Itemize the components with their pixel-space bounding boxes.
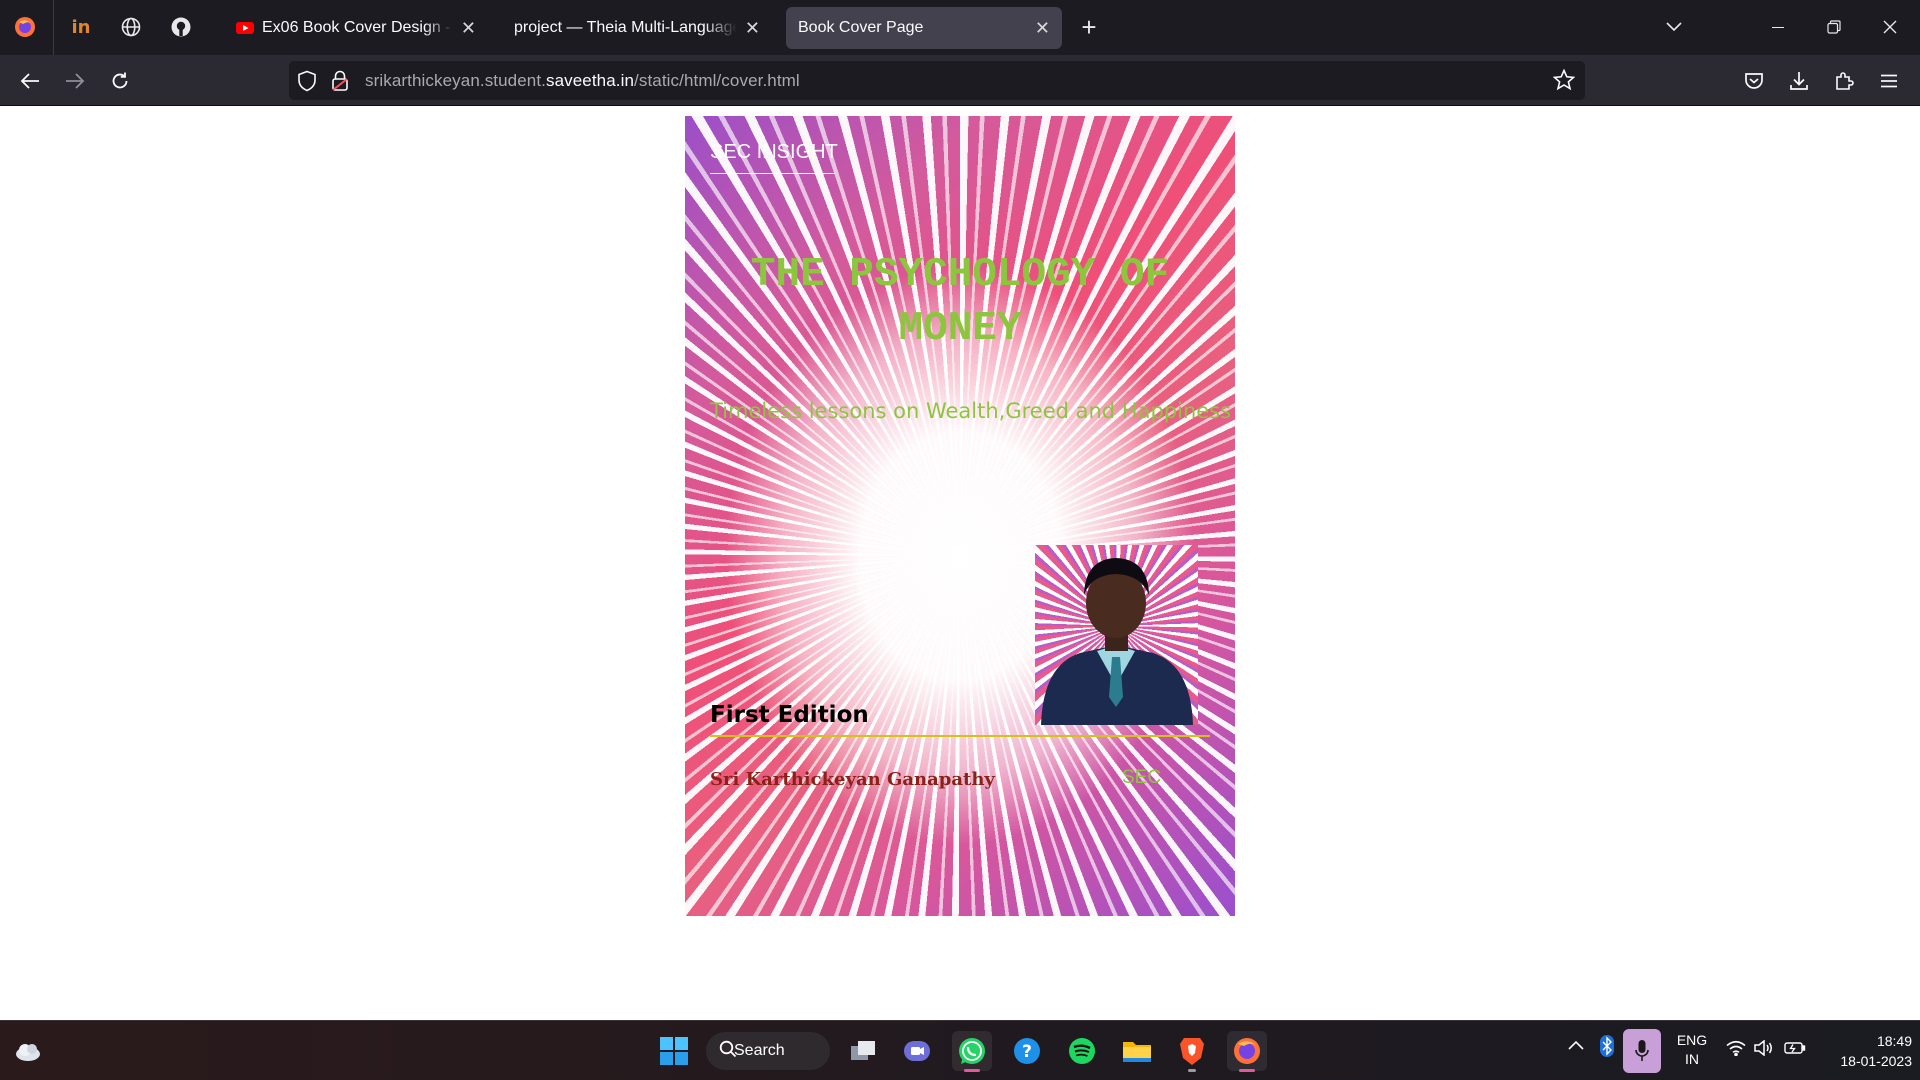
- new-tab-button[interactable]: +: [1072, 10, 1106, 44]
- download-icon[interactable]: [1781, 63, 1817, 99]
- publisher-name: SEC: [1122, 767, 1162, 788]
- back-button[interactable]: [12, 63, 48, 99]
- bluetooth-icon[interactable]: [1600, 1035, 1614, 1062]
- book-title: THE PSYCHOLOGY OF MONEY: [750, 252, 1170, 352]
- url-path: /static/html/cover.html: [634, 71, 800, 90]
- running-indicator: [1239, 1069, 1255, 1072]
- wifi-icon[interactable]: [1726, 1040, 1746, 1061]
- page-viewport: SEC INSIGHT THE PSYCHOLOGY OF MONEY Time…: [0, 106, 1920, 1020]
- shield-icon[interactable]: [297, 70, 317, 97]
- language-code: ENG: [1676, 1032, 1708, 1048]
- restore-button[interactable]: [1812, 12, 1856, 42]
- tab-close-icon[interactable]: ✕: [461, 18, 476, 39]
- url-text[interactable]: srikarthickeyan.student.saveetha.in/stat…: [365, 71, 800, 91]
- lock-icon[interactable]: [331, 70, 349, 97]
- tabbar-divider: [53, 0, 54, 55]
- folder-icon[interactable]: [1117, 1031, 1157, 1071]
- close-window-button[interactable]: [1868, 12, 1912, 42]
- clock-date: 18-01-2023: [1840, 1053, 1912, 1069]
- windows-taskbar: Search ? ENG IN 18:49 18-01-2023: [0, 1020, 1920, 1080]
- search-icon: [719, 1040, 737, 1058]
- spotify-icon[interactable]: [1062, 1031, 1102, 1071]
- search-label: Search: [734, 1042, 785, 1059]
- battery-icon[interactable]: [1784, 1041, 1806, 1060]
- edition-label: First Edition: [710, 702, 869, 728]
- firefox-menu-icon[interactable]: [8, 10, 42, 44]
- minimize-button[interactable]: [1756, 12, 1800, 42]
- show-hidden-icons-chevron[interactable]: [1568, 1037, 1584, 1055]
- svg-text:?: ?: [1022, 1042, 1032, 1062]
- task-view-icon[interactable]: [843, 1031, 883, 1071]
- menu-icon[interactable]: [1871, 63, 1907, 99]
- series-label: SEC INSIGHT: [710, 141, 838, 163]
- clock-time: 18:49: [1876, 1033, 1912, 1049]
- tab-close-icon[interactable]: ✕: [1035, 18, 1050, 39]
- book-cover: SEC INSIGHT THE PSYCHOLOGY OF MONEY Time…: [685, 116, 1235, 916]
- reload-button[interactable]: [102, 63, 138, 99]
- weather-widget-icon[interactable]: [8, 1031, 48, 1071]
- brave-icon[interactable]: [1172, 1031, 1212, 1072]
- github-icon[interactable]: [164, 10, 198, 44]
- author-name: Sri Karthickeyan Ganapathy: [710, 769, 995, 790]
- url-domain: saveetha.in: [545, 71, 635, 90]
- tab-theia-project[interactable]: project — Theia Multi-Language Explorer …: [502, 7, 772, 49]
- firefox-taskbar-icon[interactable]: [1227, 1031, 1267, 1072]
- youtube-icon: [236, 22, 254, 34]
- globe-icon[interactable]: [114, 10, 148, 44]
- tab-title: Ex06 Book Cover Design - YouTube: [262, 19, 453, 36]
- get-help-icon[interactable]: ?: [1007, 1031, 1047, 1071]
- pocket-icon[interactable]: [1736, 63, 1772, 99]
- author-photo: [1035, 545, 1198, 725]
- address-bar[interactable]: srikarthickeyan.student.saveetha.in/stat…: [289, 61, 1585, 100]
- tab-title: project — Theia Multi-Language Explorer: [514, 19, 737, 36]
- forward-button[interactable]: [57, 63, 93, 99]
- bookmark-star-icon[interactable]: [1552, 68, 1576, 96]
- tab-youtube[interactable]: Ex06 Book Cover Design - YouTube ✕: [224, 7, 488, 49]
- system-clock[interactable]: 18:49 18-01-2023: [1820, 1031, 1912, 1071]
- windows-start-icon[interactable]: [654, 1031, 694, 1071]
- whatsapp-icon[interactable]: [952, 1031, 992, 1072]
- browser-tab-bar: in Ex06 Book Cover Design - YouTube ✕ pr…: [0, 0, 1920, 55]
- series-underline: [710, 173, 835, 174]
- running-indicator: [964, 1069, 980, 1072]
- volume-icon[interactable]: [1754, 1039, 1774, 1061]
- edition-underline: [710, 735, 1210, 737]
- microphone-icon[interactable]: [1623, 1029, 1661, 1073]
- list-all-tabs-icon[interactable]: [1652, 12, 1696, 42]
- pinned-tab-in-icon[interactable]: in: [64, 10, 98, 44]
- teams-chat-icon[interactable]: [897, 1031, 937, 1071]
- tab-book-cover[interactable]: Book Cover Page ✕: [786, 7, 1062, 49]
- tab-close-icon[interactable]: ✕: [745, 18, 760, 39]
- taskbar-search-button[interactable]: Search: [706, 1032, 830, 1070]
- running-indicator: [1188, 1069, 1196, 1072]
- url-prefix: srikarthickeyan.student.: [365, 71, 546, 90]
- input-language-indicator[interactable]: ENG IN: [1672, 1031, 1712, 1069]
- tab-title: Book Cover Page: [798, 19, 924, 36]
- book-subtitle: Timeless lessons on Wealth,Greed and Hap…: [710, 399, 1232, 423]
- region-code: IN: [1685, 1051, 1699, 1067]
- navigation-toolbar: srikarthickeyan.student.saveetha.in/stat…: [0, 55, 1920, 106]
- extensions-icon[interactable]: [1826, 63, 1862, 99]
